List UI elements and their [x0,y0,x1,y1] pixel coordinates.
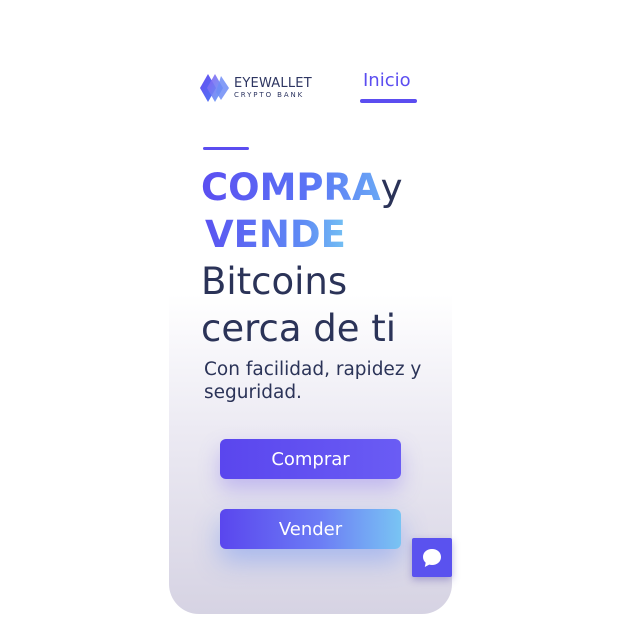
headline-cerca-de-ti: cerca de ti [201,307,397,350]
headline-row-vende: VENDE [201,211,403,258]
chat-bubble-icon [423,548,441,567]
page: EYEWALLET CRYPTO BANK Inicio COMPRAy VEN… [0,0,622,622]
nav-active-indicator [360,99,417,103]
hero-subtitle: Con facilidad, rapidez y seguridad. [204,359,422,403]
brand-text: EYEWALLET CRYPTO BANK [234,77,312,99]
accent-line [203,147,249,150]
buy-button[interactable]: Comprar [220,439,401,479]
sell-button[interactable]: Vender [220,509,401,549]
hero-headline: COMPRAy VENDE Bitcoins cerca de ti [201,164,403,352]
headline-row-compra: COMPRAy [201,164,403,211]
brand-logo[interactable]: EYEWALLET CRYPTO BANK [199,72,312,104]
chat-button[interactable] [412,538,452,577]
headline-y: y [380,166,403,209]
nav-item-inicio[interactable]: Inicio [363,70,411,91]
brand-name: EYEWALLET [234,76,312,91]
headline-compra: COMPRA [201,166,381,209]
headline-bitcoins: Bitcoins [201,260,348,303]
brand-tagline: CRYPTO BANK [234,91,305,99]
headline-vende: VENDE [205,213,346,256]
eyewallet-diamond-logo-icon [200,74,229,102]
